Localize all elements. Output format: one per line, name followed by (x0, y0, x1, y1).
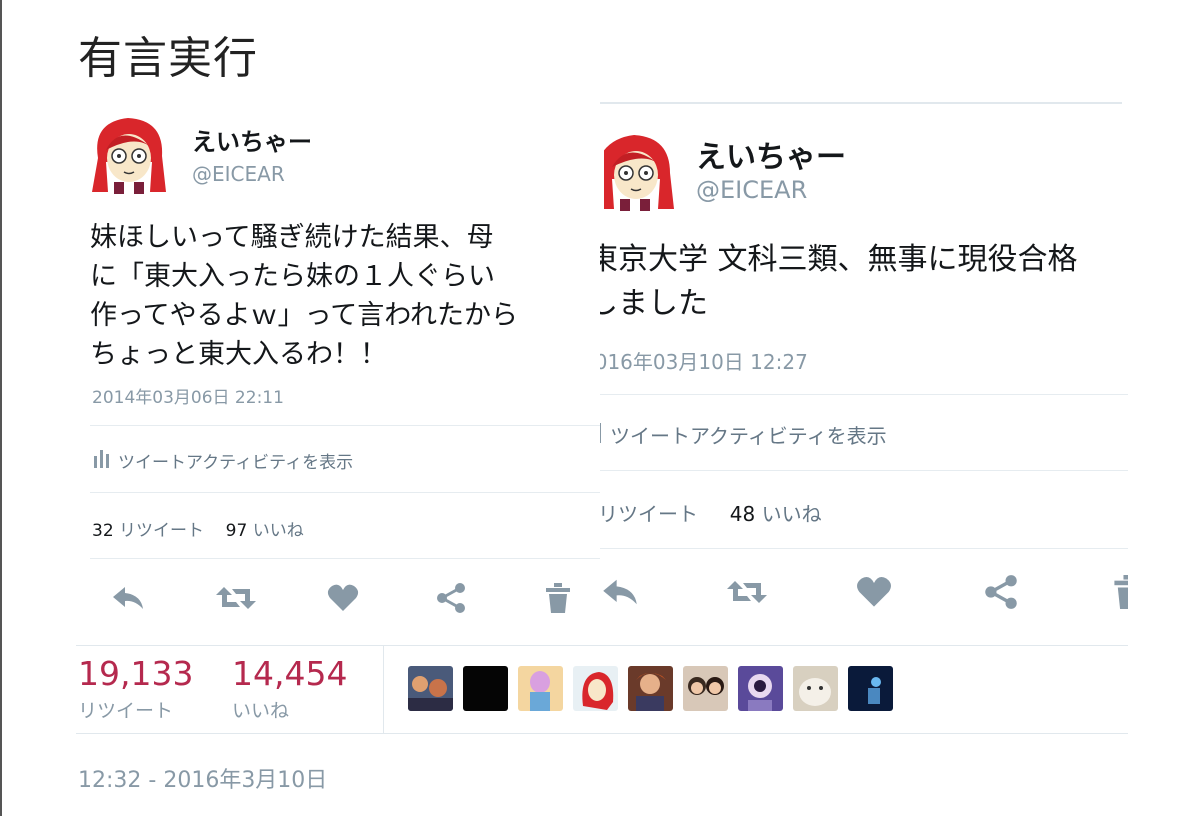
divider (90, 558, 600, 559)
user-handle[interactable]: @EICEAR (192, 162, 285, 186)
reply-icon[interactable] (108, 578, 148, 618)
divider (383, 646, 384, 733)
tweet-card-2016: えいちゃー @EICEAR 東京大学 文科三類、無事に現役合格 しました 201… (600, 98, 1128, 645)
tweet-activity-link[interactable]: ツイートアクティビティを表示 (600, 420, 887, 449)
retweet-icon[interactable] (727, 572, 767, 612)
delete-icon[interactable] (1108, 572, 1128, 612)
avatar[interactable] (600, 124, 682, 211)
liker-avatar[interactable] (793, 666, 838, 711)
reply-icon[interactable] (600, 572, 640, 612)
divider (600, 394, 1128, 395)
tweet-timestamp[interactable]: 2014年03月06日 22:11 (92, 383, 284, 408)
like-label[interactable]: いいね (253, 521, 304, 541)
liker-avatar[interactable] (683, 666, 728, 711)
total-like-label[interactable]: いいね (232, 696, 289, 723)
liker-avatar[interactable] (848, 666, 893, 711)
left-frame-border (0, 0, 2, 816)
user-handle[interactable]: @EICEAR (696, 176, 807, 204)
display-name[interactable]: えいちゃー (696, 132, 846, 176)
total-retweet-count[interactable]: 19,133 (78, 654, 193, 693)
tweet-card-2014: えいちゃー @EICEAR 妹ほしいって騒ぎ続けた結果、母 に「東大入ったら妹の… (80, 100, 600, 645)
tweet-text: 東京大学 文科三類、無事に現役合格 しました (600, 242, 1078, 321)
delete-icon[interactable] (538, 578, 578, 618)
liker-avatar[interactable] (738, 666, 783, 711)
activity-bar-chart-icon (600, 421, 604, 448)
activity-bar-chart-icon (92, 448, 112, 473)
like-label[interactable]: いいね (762, 502, 822, 526)
like-icon[interactable] (323, 578, 363, 618)
share-icon[interactable] (981, 572, 1021, 612)
tweet-timestamp[interactable]: 2016年03月10日 12:27 (600, 346, 808, 375)
divider (90, 492, 600, 493)
divider (600, 548, 1128, 549)
liker-avatar[interactable] (628, 666, 673, 711)
display-name[interactable]: えいちゃー (192, 122, 312, 157)
avatar[interactable] (90, 112, 168, 194)
engagement-stats: リツイート 48 いいね (600, 498, 822, 527)
divider (600, 470, 1128, 471)
liker-avatar[interactable] (573, 666, 618, 711)
tweet-activity-link[interactable]: ツイートアクティビティを表示 (92, 448, 353, 473)
retweet-count[interactable]: 32 (92, 521, 114, 541)
like-icon[interactable] (854, 572, 894, 612)
total-retweet-label[interactable]: リツイート (78, 696, 173, 723)
activity-label: ツイートアクティビティを表示 (118, 453, 354, 473)
tweet-actions (108, 578, 578, 618)
liker-avatar[interactable] (518, 666, 563, 711)
retweet-icon[interactable] (215, 578, 256, 618)
retweet-label[interactable]: リツイート (119, 521, 204, 541)
like-count[interactable]: 48 (730, 502, 755, 526)
page-title: 有言実行 (78, 33, 258, 84)
like-count[interactable]: 97 (226, 521, 248, 541)
engagement-stats: 32 リツイート 97 いいね (92, 516, 304, 541)
divider (76, 733, 1128, 734)
retweet-label[interactable]: リツイート (600, 502, 698, 526)
tweet-actions (600, 572, 1128, 612)
liker-avatar[interactable] (463, 666, 508, 711)
summary-date[interactable]: 12:32 - 2016年3月10日 (78, 762, 327, 794)
share-icon[interactable] (431, 578, 471, 618)
tweet-text: 妹ほしいって騒ぎ続けた結果、母 に「東大入ったら妹の１人ぐらい 作ってやるよｗ」… (90, 222, 518, 370)
total-like-count[interactable]: 14,454 (232, 654, 347, 693)
divider (600, 102, 1122, 104)
liker-avatar-list (408, 666, 893, 711)
divider (76, 645, 1128, 646)
liker-avatar[interactable] (408, 666, 453, 711)
activity-label: ツイートアクティビティを表示 (610, 424, 887, 448)
divider (90, 425, 600, 426)
